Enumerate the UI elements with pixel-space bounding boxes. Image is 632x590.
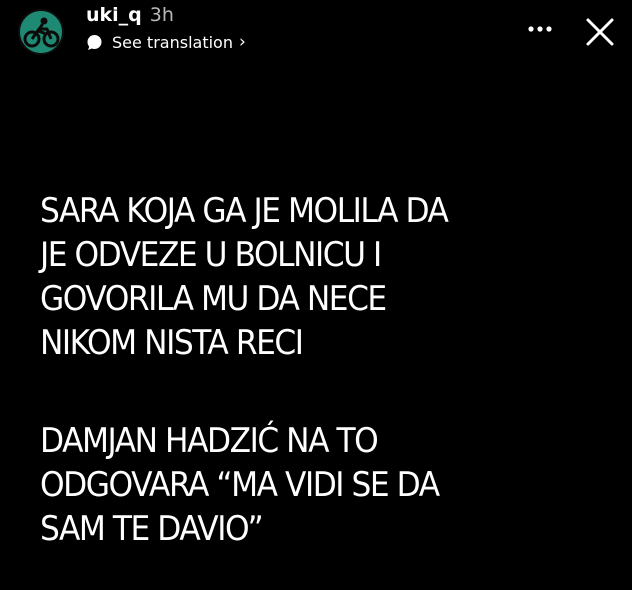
story-line: JE ODVEZE U BOLNICU I bbox=[40, 235, 382, 275]
close-icon bbox=[586, 18, 614, 46]
story-line: SARA KOJA GA JE MOLILA DA bbox=[40, 191, 449, 231]
avatar[interactable] bbox=[18, 9, 64, 55]
story-header: uki_q 3h See translation › bbox=[0, 0, 632, 62]
see-translation-link[interactable]: See translation › bbox=[86, 30, 246, 54]
user-line: uki_q 3h bbox=[86, 4, 174, 30]
chevron-right-icon: › bbox=[238, 31, 246, 52]
story-line: NIKOM NISTA RECI bbox=[40, 323, 304, 363]
timestamp: 3h bbox=[149, 4, 174, 26]
see-translation-label: See translation bbox=[112, 32, 233, 52]
close-button[interactable] bbox=[580, 12, 620, 52]
speech-bubble-icon bbox=[87, 34, 102, 50]
username[interactable]: uki_q bbox=[86, 4, 142, 26]
story-line: SAM TE DAVIO” bbox=[40, 509, 264, 549]
cyclist-avatar-icon bbox=[20, 11, 62, 53]
more-dots-icon bbox=[528, 26, 552, 32]
more-options-button[interactable] bbox=[522, 14, 558, 44]
story-line: GOVORILA MU DA NECE bbox=[40, 279, 387, 319]
story-line: DAMJAN HADZIĆ NA TO bbox=[40, 421, 379, 461]
story-line: ODGOVARA “MA VIDI SE DA bbox=[40, 465, 440, 505]
story-text: SARA KOJA GA JE MOLILA DA JE ODVEZE U BO… bbox=[40, 189, 574, 551]
